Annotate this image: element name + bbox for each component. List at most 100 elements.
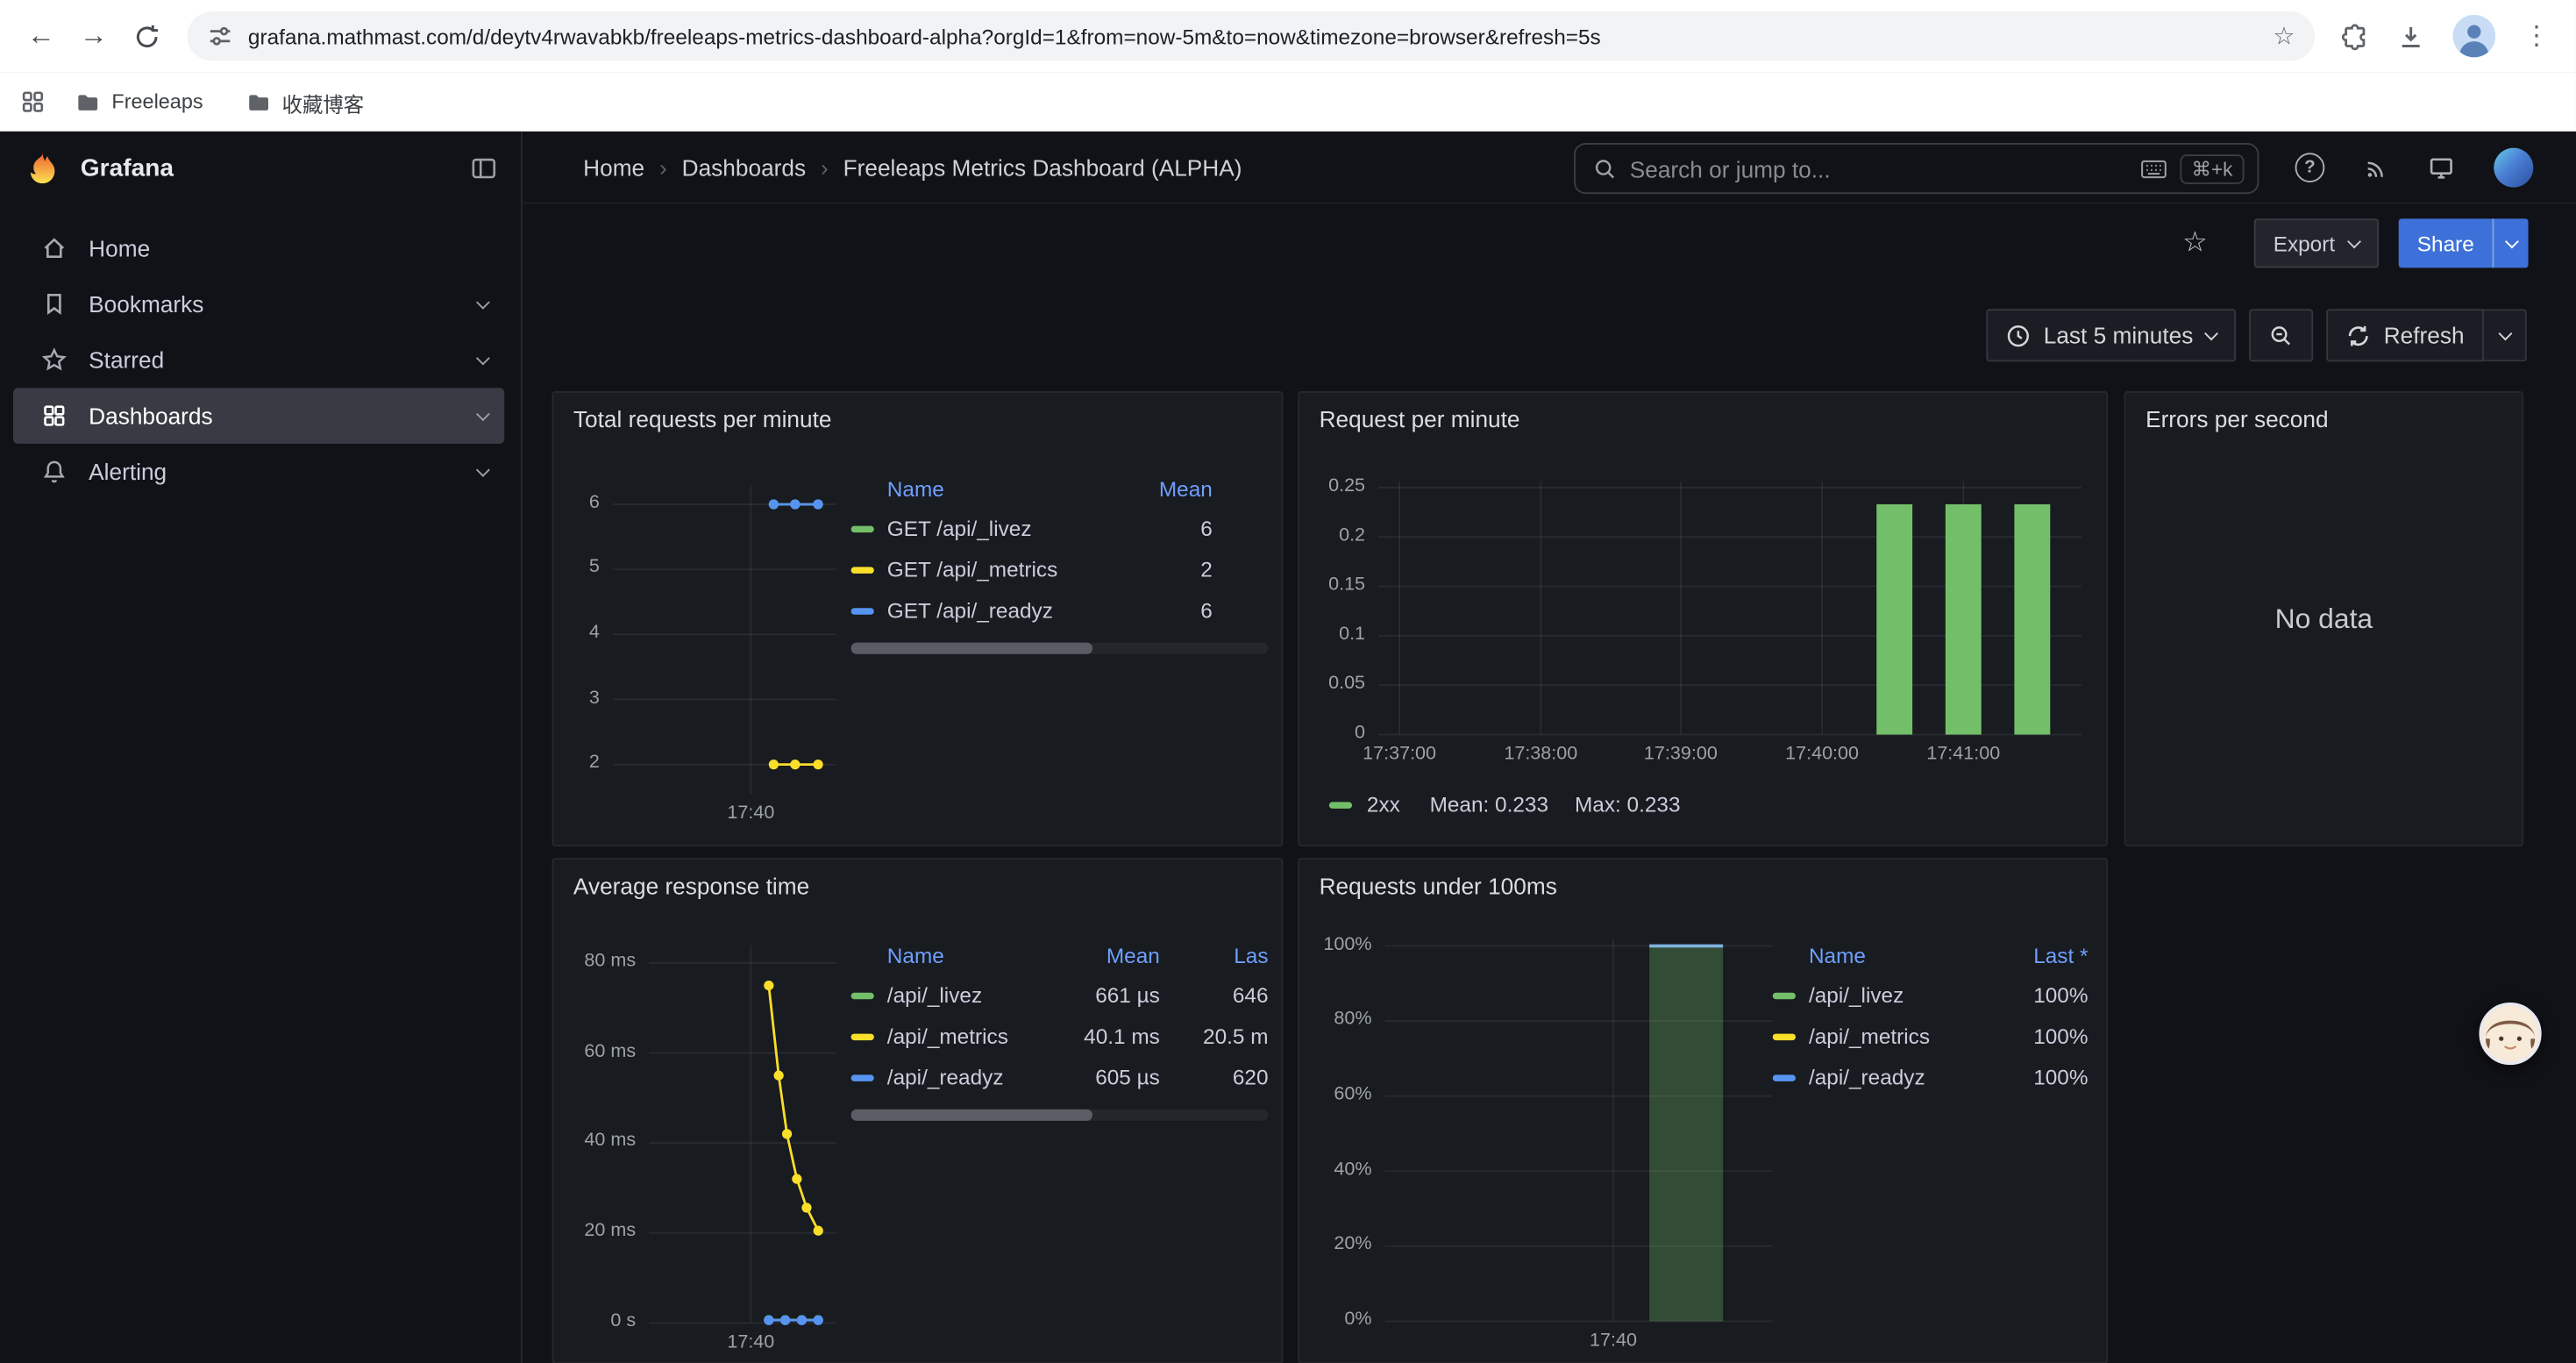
news-rss-icon[interactable] — [2364, 155, 2388, 180]
x-axis-tick-label: 17:39:00 — [1644, 745, 1718, 764]
time-range-picker[interactable]: Last 5 minutes — [1986, 309, 2236, 361]
scrollbar-thumb[interactable] — [851, 643, 1093, 654]
legend-series-name[interactable]: GET /api/_livez — [887, 516, 1124, 540]
dock-sidebar-icon[interactable] — [470, 153, 498, 182]
legend-series-mean: 6 — [1124, 516, 1213, 540]
extensions-icon[interactable] — [2341, 22, 2369, 50]
legend-col-name[interactable]: Name — [887, 943, 1058, 967]
search-input[interactable] — [1630, 155, 2128, 182]
sidebar-item-alerting[interactable]: Alerting — [13, 444, 504, 500]
legend-col-mean[interactable]: Mean — [1124, 475, 1213, 500]
url-text: grafana.mathmast.com/d/deytv4rwavabkb/fr… — [248, 24, 2259, 48]
y-axis-tick-label: 60 ms — [584, 1041, 636, 1060]
chevron-down-icon[interactable] — [476, 406, 490, 420]
sidebar-item-home[interactable]: Home — [13, 220, 504, 276]
chevron-down-icon — [2348, 234, 2362, 248]
timeseries-chart[interactable]: 80 ms60 ms40 ms20 ms0 s17:40 — [566, 931, 846, 1363]
legend-scrollbar[interactable] — [851, 643, 1269, 654]
share-button-group: Share — [2399, 218, 2528, 268]
legend-series-last: 646 — [1160, 982, 1269, 1007]
no-data-message: No data — [2126, 465, 2523, 772]
legend-series-name[interactable]: /api/_metrics — [887, 1024, 1058, 1048]
refresh-button[interactable]: Refresh — [2326, 309, 2484, 361]
legend-table: Name Mean Las /api/_livez 661 µs 646 /ap… — [851, 935, 1269, 1121]
bookmark-star-icon[interactable]: ☆ — [2273, 21, 2295, 51]
legend-series-last: 20.5 m — [1160, 1024, 1269, 1048]
panel-title[interactable]: Errors per second — [2145, 406, 2329, 432]
bar-chart[interactable]: 100%80%60%40%20%0%17:40 — [1313, 925, 1789, 1363]
scrollbar-thumb[interactable] — [851, 1110, 1093, 1121]
timeseries-chart[interactable]: 6543217:40 — [566, 465, 846, 833]
chevron-down-icon — [2204, 325, 2218, 339]
panel-title[interactable]: Average response time — [573, 873, 809, 899]
downloads-icon[interactable] — [2397, 22, 2425, 50]
legend-col-name[interactable]: Name — [1809, 943, 1996, 967]
bar-chart[interactable]: 0.250.20.150.10.05017:37:0017:38:0017:39… — [1313, 465, 2098, 777]
panel-title[interactable]: Request per minute — [1320, 406, 1520, 432]
legend-series-name[interactable]: /api/_livez — [1809, 982, 1996, 1007]
legend-col-last[interactable]: Last * — [1996, 943, 2089, 967]
site-info-icon[interactable] — [207, 23, 233, 49]
legend-series-name[interactable]: GET /api/_readyz — [887, 598, 1124, 623]
y-axis-tick-label: 100% — [1323, 934, 1371, 953]
grafana-logo[interactable] — [25, 150, 60, 186]
bookmark-folder-blogs[interactable]: 收藏博客 — [232, 80, 377, 125]
clock-icon — [2006, 323, 2031, 347]
refresh-interval-dropdown[interactable] — [2484, 309, 2527, 361]
x-axis-tick-label: 17:40:00 — [1785, 745, 1859, 764]
grafana-app: Grafana Home Bookmarks Starred — [0, 132, 2576, 1363]
sidebar-item-starred[interactable]: Starred — [13, 332, 504, 388]
browser-profile-avatar[interactable] — [2452, 15, 2495, 58]
legend-series-name[interactable]: /api/_livez — [887, 982, 1058, 1007]
browser-menu-icon[interactable]: ⋮ — [2523, 19, 2550, 52]
legend-series-name[interactable]: /api/_metrics — [1809, 1024, 1996, 1048]
legend-col-name[interactable]: Name — [887, 475, 1124, 500]
sidebar-item-bookmarks[interactable]: Bookmarks — [13, 276, 504, 332]
legend-col-last[interactable]: Las — [1160, 943, 1269, 967]
legend-series-mean: 6 — [1124, 598, 1213, 623]
legend-series-name[interactable]: /api/_readyz — [887, 1065, 1058, 1089]
favorite-star-icon[interactable]: ☆ — [2182, 227, 2208, 260]
back-button[interactable]: ← — [17, 11, 66, 61]
keyboard-icon — [2140, 159, 2167, 178]
dashboard-header: Home › Dashboards › Freeleaps Metrics Da… — [523, 132, 2576, 203]
legend-col-mean[interactable]: Mean — [1058, 943, 1160, 967]
export-button[interactable]: Export — [2253, 218, 2379, 268]
legend-header: Name Last * — [1773, 935, 2089, 974]
zoom-out-button[interactable] — [2249, 309, 2313, 361]
search-bar[interactable]: ⌘+k — [1574, 143, 2259, 194]
chevron-down-icon[interactable] — [476, 295, 490, 309]
series-color-swatch — [1329, 801, 1352, 807]
y-axis-tick-label: 0 — [1355, 723, 1365, 742]
header-icons: ? — [2295, 132, 2534, 203]
legend-series-name[interactable]: /api/_readyz — [1809, 1065, 1996, 1089]
y-axis-tick-label: 0 s — [610, 1311, 636, 1331]
legend-series-name[interactable]: 2xx — [1367, 792, 1400, 817]
forward-button[interactable]: → — [69, 11, 118, 61]
time-range-label: Last 5 minutes — [2044, 322, 2194, 348]
panel-title[interactable]: Requests under 100ms — [1320, 873, 1557, 899]
sidebar-item-dashboards[interactable]: Dashboards — [13, 388, 504, 444]
bookmark-folder-freeleaps[interactable]: Freeleaps — [62, 83, 216, 121]
y-axis-tick-label: 5 — [589, 558, 600, 577]
legend-scrollbar[interactable] — [851, 1110, 1269, 1121]
apps-grid-icon[interactable] — [19, 89, 46, 115]
grafana-sidebar: Grafana Home Bookmarks Starred — [0, 132, 523, 1363]
breadcrumb-home[interactable]: Home — [583, 154, 644, 181]
y-axis-tick-label: 60% — [1334, 1085, 1371, 1104]
help-icon[interactable]: ? — [2295, 153, 2325, 182]
y-axis-tick-label: 80% — [1334, 1010, 1371, 1029]
share-button[interactable]: Share — [2399, 218, 2492, 268]
url-bar[interactable]: grafana.mathmast.com/d/deytv4rwavabkb/fr… — [188, 11, 2315, 61]
breadcrumb-dashboards[interactable]: Dashboards — [682, 154, 806, 181]
legend-series-name[interactable]: GET /api/_metrics — [887, 557, 1124, 582]
share-dropdown-button[interactable] — [2492, 218, 2528, 268]
chevron-down-icon[interactable] — [476, 351, 490, 365]
chevron-down-icon[interactable] — [476, 462, 490, 476]
assistant-avatar-widget[interactable] — [2479, 1003, 2541, 1065]
user-avatar[interactable] — [2494, 148, 2533, 188]
panel-title[interactable]: Total requests per minute — [573, 406, 832, 432]
display-icon[interactable] — [2428, 154, 2454, 181]
y-axis-tick-label: 80 ms — [584, 952, 636, 971]
reload-button[interactable] — [122, 11, 171, 61]
